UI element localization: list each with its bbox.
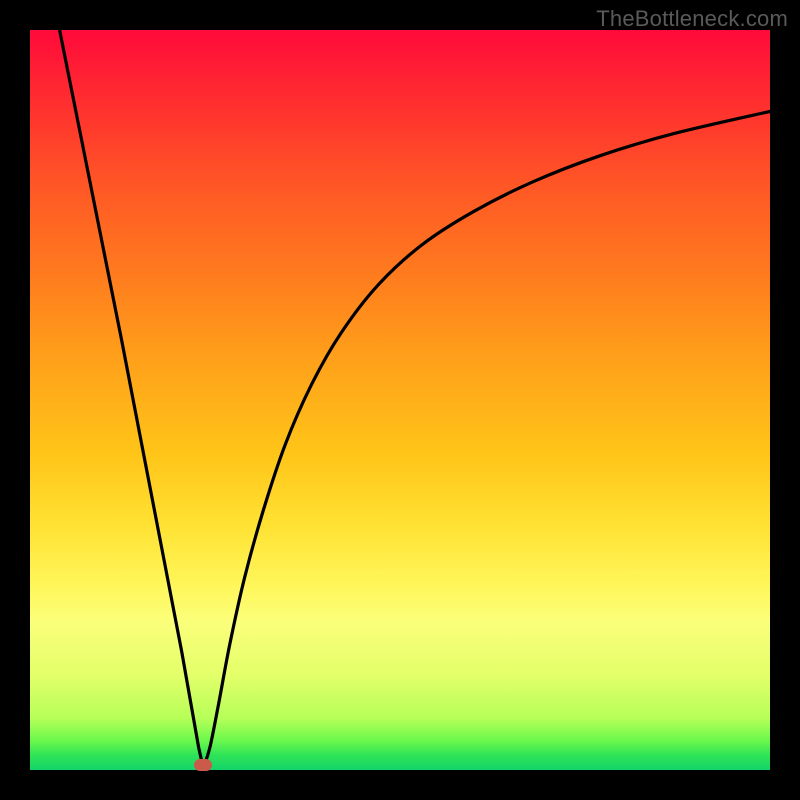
watermark-text: TheBottleneck.com — [596, 6, 788, 32]
curve-right-branch — [203, 111, 770, 767]
bottleneck-curve — [30, 30, 770, 770]
chart-frame: TheBottleneck.com — [0, 0, 800, 800]
plot-area — [30, 30, 770, 770]
curve-minimum-marker — [194, 759, 212, 771]
curve-left-branch — [60, 30, 204, 768]
